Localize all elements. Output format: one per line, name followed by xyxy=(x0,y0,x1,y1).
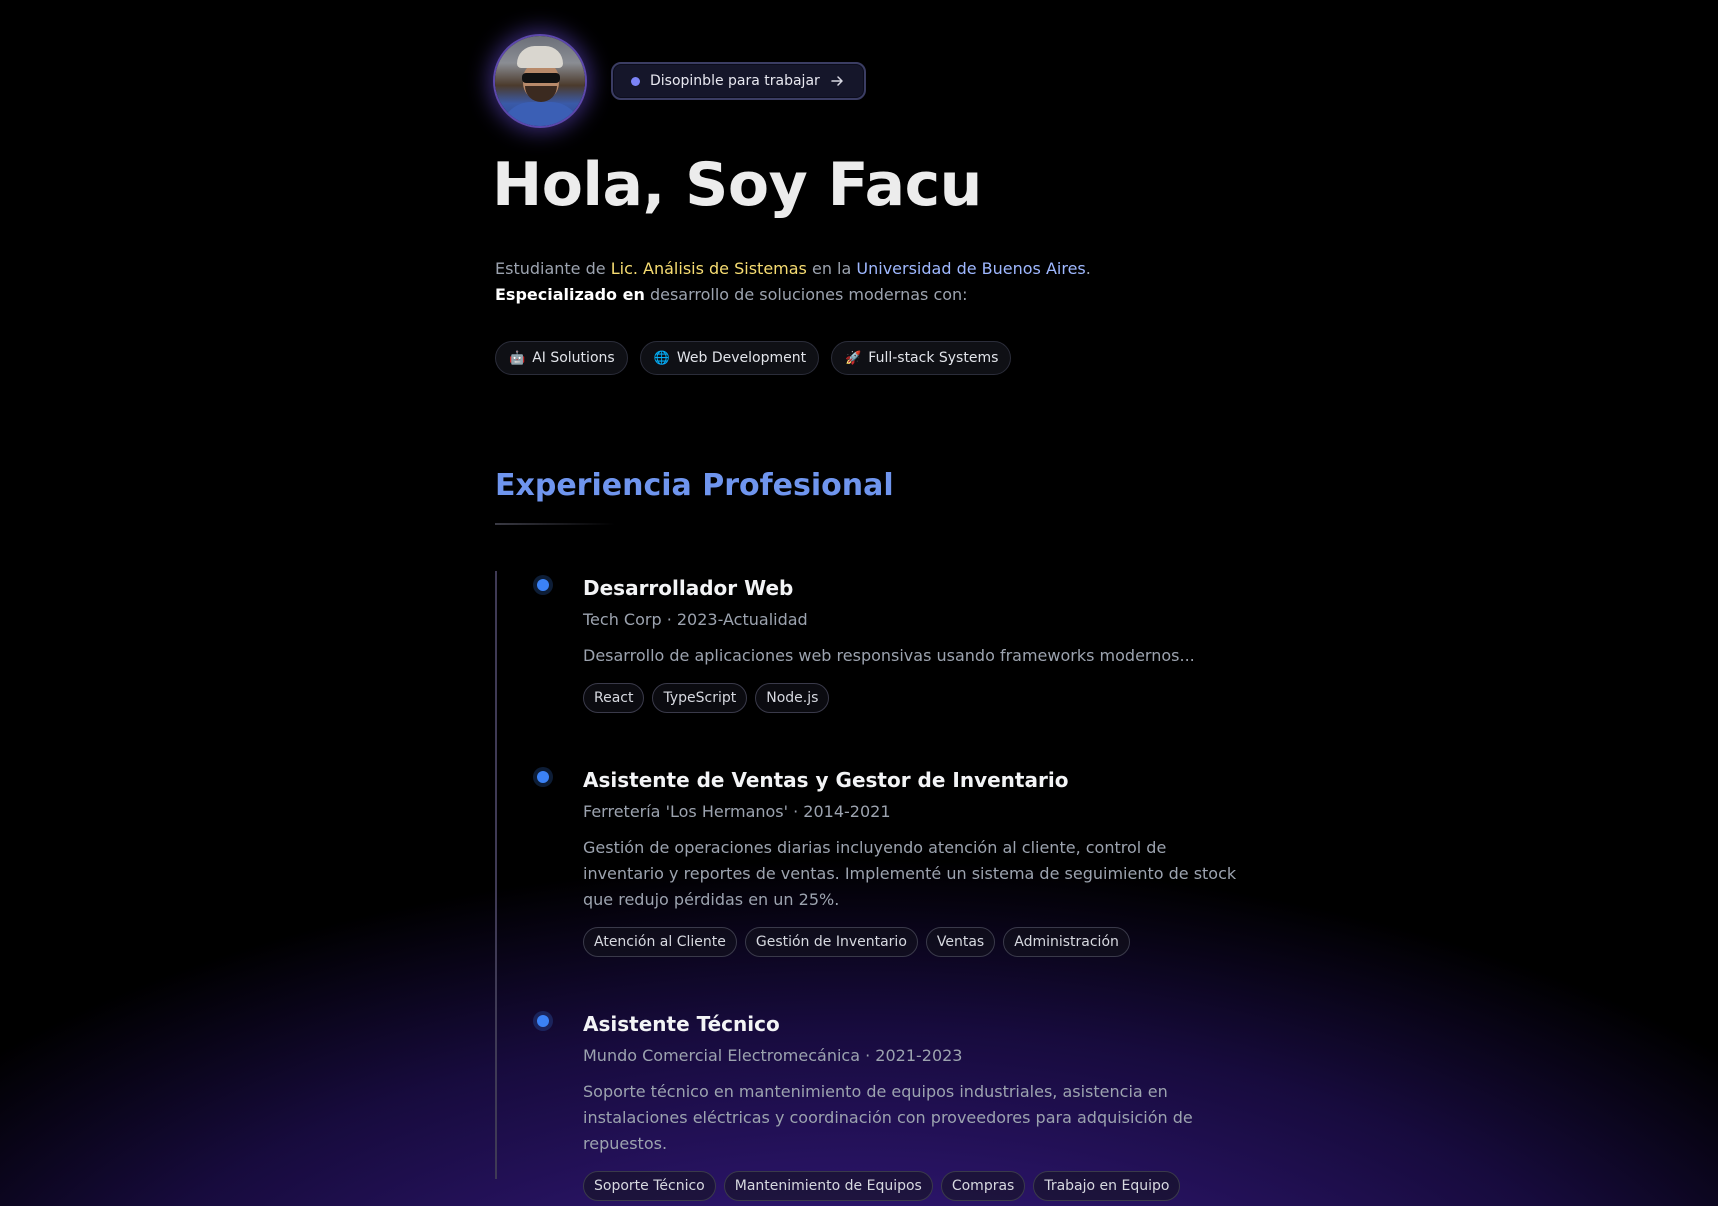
page-title: Hola, Soy Facu xyxy=(492,150,982,220)
availability-button[interactable]: Disopinble para trabajar xyxy=(611,62,866,100)
skill-tag: Atención al Cliente xyxy=(583,927,737,957)
avatar xyxy=(495,36,585,126)
tech-tag: Node.js xyxy=(755,683,830,713)
skill-label: AI Solutions xyxy=(532,350,615,366)
intro-text: en la xyxy=(806,259,857,278)
specialized-highlight: Especializado en xyxy=(495,285,645,304)
experience-section-title: Experiencia Profesional xyxy=(495,468,894,503)
experience-content: Desarrollador Web Tech Corp · 2023-Actua… xyxy=(583,576,1243,713)
skill-chip: 🚀 Full-stack Systems xyxy=(831,341,1012,375)
avatar-beard xyxy=(525,86,557,102)
timeline-dot-icon xyxy=(537,771,549,783)
experience-content: Asistente Técnico Mundo Comercial Electr… xyxy=(583,1012,1243,1201)
tag-list: Soporte Técnico Mantenimiento de Equipos… xyxy=(583,1171,1243,1201)
skill-tag: Trabajo en Equipo xyxy=(1033,1171,1181,1201)
experience-meta: Ferretería 'Los Hermanos' · 2014-2021 xyxy=(583,802,891,821)
timeline-dot-icon xyxy=(537,579,549,591)
intro-paragraph: Estudiante de Lic. Análisis de Sistemas … xyxy=(495,256,1215,308)
timeline-dot-icon xyxy=(537,1015,549,1027)
section-underline xyxy=(495,523,615,525)
skill-tag: Gestión de Inventario xyxy=(744,927,918,957)
intro-text: . xyxy=(1085,259,1091,278)
intro-text: desarrollo de soluciones modernas con: xyxy=(644,285,968,304)
experience-description: Gestión de operaciones diarias incluyend… xyxy=(583,838,1237,909)
experience-title: Desarrollador Web xyxy=(583,576,794,600)
tech-tag: React xyxy=(583,683,645,713)
skills-list: 🤖 AI Solutions 🌐 Web Development 🚀 Full-… xyxy=(495,341,1012,375)
experience-meta: Mundo Comercial Electromecánica · 2021-2… xyxy=(583,1046,963,1065)
intro-text: Estudiante de xyxy=(495,259,611,278)
arrow-right-icon xyxy=(831,76,843,86)
experience-content: Asistente de Ventas y Gestor de Inventar… xyxy=(583,768,1243,957)
skill-label: Web Development xyxy=(676,350,807,366)
avatar-glasses xyxy=(522,73,560,83)
tag-list: React TypeScript Node.js xyxy=(583,683,1243,713)
experience-title: Asistente Técnico xyxy=(583,1012,780,1036)
status-dot-icon xyxy=(631,76,640,86)
skill-tag: Administración xyxy=(1003,927,1130,957)
skill-tag: Mantenimiento de Equipos xyxy=(723,1171,933,1201)
rocket-icon: 🚀 xyxy=(845,350,862,366)
availability-label: Disopinble para trabajar xyxy=(650,73,820,89)
timeline-line xyxy=(495,571,497,1179)
skill-tag: Compras xyxy=(940,1171,1026,1201)
avatar-cap xyxy=(517,46,563,68)
experience-description: Soporte técnico en mantenimiento de equi… xyxy=(583,1082,1193,1153)
skill-chip: 🤖 AI Solutions xyxy=(495,341,628,375)
globe-icon: 🌐 xyxy=(653,350,670,366)
robot-icon: 🤖 xyxy=(509,350,526,366)
skill-chip: 🌐 Web Development xyxy=(639,341,820,375)
avatar-shirt xyxy=(501,102,581,126)
degree-highlight: Lic. Análisis de Sistemas xyxy=(610,259,807,278)
experience-description: Desarrollo de aplicaciones web responsiv… xyxy=(583,646,1195,665)
tag-list: Atención al Cliente Gestión de Inventari… xyxy=(583,927,1243,957)
experience-meta: Tech Corp · 2023-Actualidad xyxy=(583,610,808,629)
university-highlight: Universidad de Buenos Aires xyxy=(856,259,1086,278)
experience-title: Asistente de Ventas y Gestor de Inventar… xyxy=(583,768,1069,792)
header-row: Disopinble para trabajar xyxy=(495,36,866,126)
skill-tag: Soporte Técnico xyxy=(583,1171,716,1201)
skill-label: Full-stack Systems xyxy=(868,350,999,366)
tech-tag: TypeScript xyxy=(652,683,748,713)
skill-tag: Ventas xyxy=(925,927,996,957)
